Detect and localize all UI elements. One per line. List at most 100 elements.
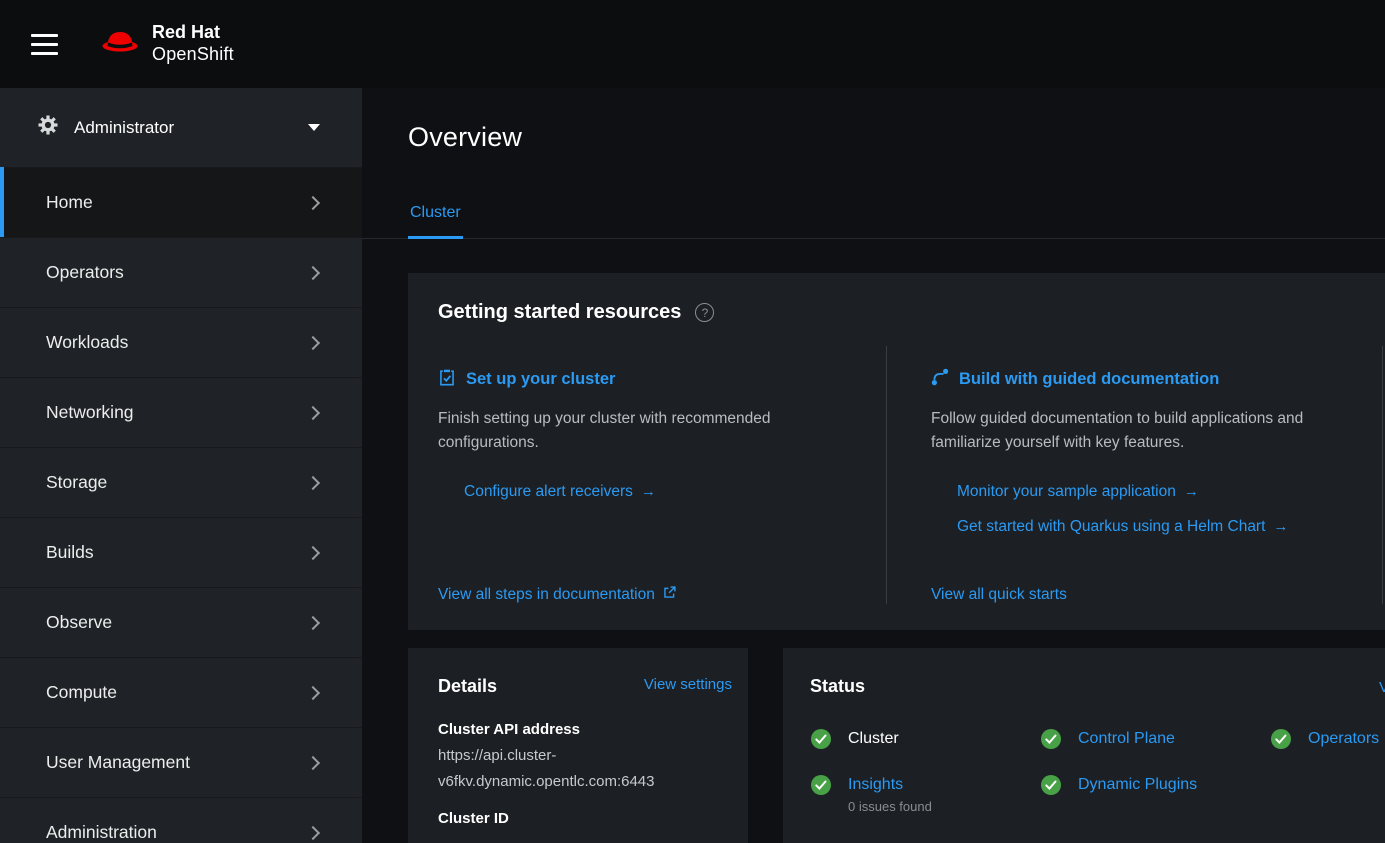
status-label: Cluster xyxy=(848,728,899,750)
control-plane-link[interactable]: Control Plane xyxy=(1078,728,1175,750)
sidebar-item-label: Workloads xyxy=(46,332,128,353)
chevron-right-icon xyxy=(306,265,320,279)
sidebar-item-label: Administration xyxy=(46,822,157,843)
details-header: Details View settings xyxy=(438,676,732,697)
configure-alert-receivers-link[interactable]: Configure alert receivers xyxy=(464,483,633,500)
guided-documentation-column: Build with guided documentation Follow g… xyxy=(887,346,1383,604)
sidebar-item-observe[interactable]: Observe xyxy=(0,587,362,657)
status-item-cluster: Cluster xyxy=(810,728,1040,750)
status-header: Status xyxy=(810,676,1385,697)
check-circle-icon xyxy=(810,774,832,796)
chevron-right-icon xyxy=(306,475,320,489)
status-item-operators: Operators xyxy=(1270,728,1385,750)
getting-started-title: Getting started resources xyxy=(438,301,681,324)
sidebar-item-builds[interactable]: Builds xyxy=(0,517,362,587)
status-title: Status xyxy=(810,676,865,697)
sidebar-item-user-management[interactable]: User Management xyxy=(0,727,362,797)
chevron-right-icon xyxy=(306,405,320,419)
sidebar-item-workloads[interactable]: Workloads xyxy=(0,307,362,377)
getting-started-card: Getting started resources Set up your xyxy=(408,273,1385,630)
status-item-dynamic-plugins: Dynamic Plugins xyxy=(1040,774,1270,814)
check-circle-icon xyxy=(1040,774,1062,796)
chevron-right-icon xyxy=(306,335,320,349)
sidebar-item-label: Home xyxy=(46,192,93,213)
guided-documentation-description: Follow guided documentation to build app… xyxy=(931,407,1326,455)
check-circle-icon xyxy=(1040,728,1062,750)
guided-documentation-links: Monitor your sample application Get star… xyxy=(931,483,1352,536)
view-alerts-link[interactable]: View alerts xyxy=(1379,679,1385,696)
sidebar-item-storage[interactable]: Storage xyxy=(0,447,362,517)
chevron-right-icon xyxy=(306,195,320,209)
brand-logo[interactable]: Red Hat OpenShift xyxy=(100,22,234,66)
hamburger-bar xyxy=(31,34,58,37)
chevron-right-icon xyxy=(306,755,320,769)
view-all-quick-starts-link[interactable]: View all quick starts xyxy=(931,586,1067,604)
caret-down-icon xyxy=(308,124,320,131)
details-card: Details View settings Cluster API addres… xyxy=(408,648,748,843)
route-icon xyxy=(931,368,949,391)
getting-started-header: Getting started resources xyxy=(408,273,1385,346)
hamburger-bar xyxy=(31,43,58,46)
chevron-right-icon xyxy=(306,615,320,629)
setup-cluster-description: Finish setting up your cluster with reco… xyxy=(438,407,798,455)
dynamic-plugins-link[interactable]: Dynamic Plugins xyxy=(1078,774,1197,796)
guided-documentation-link[interactable]: Build with guided documentation xyxy=(959,370,1219,389)
cluster-id-label: Cluster ID xyxy=(438,810,732,827)
perspective-switcher[interactable]: Administrator xyxy=(0,88,362,167)
view-settings-link[interactable]: View settings xyxy=(644,676,732,693)
setup-cluster-footer: View all steps in documentation xyxy=(438,586,856,604)
setup-cluster-column: Set up your cluster Finish setting up yo… xyxy=(408,346,887,604)
guided-documentation-footer: View all quick starts xyxy=(931,586,1352,604)
clipboard-check-icon xyxy=(438,368,456,391)
status-item-insights: Insights 0 issues found xyxy=(810,774,1040,814)
nav-toggle-hamburger-icon[interactable] xyxy=(31,34,58,55)
sidebar-item-label: Networking xyxy=(46,402,134,423)
setup-cluster-links: Configure alert receivers xyxy=(438,483,856,501)
details-title: Details xyxy=(438,676,497,697)
cluster-api-address-label: Cluster API address xyxy=(438,721,732,738)
sidebar-nav: Home Operators Workloads Networking Stor… xyxy=(0,167,362,843)
sidebar-item-label: Builds xyxy=(46,542,94,563)
sidebar: Administrator Home Operators Workloads N… xyxy=(0,88,362,843)
dashboard-content: Getting started resources Set up your xyxy=(362,240,1385,843)
sidebar-item-label: Operators xyxy=(46,262,124,283)
hamburger-bar xyxy=(31,52,58,55)
setup-cluster-link[interactable]: Set up your cluster xyxy=(466,370,615,389)
check-circle-icon xyxy=(810,728,832,750)
arrow-right-icon xyxy=(1176,483,1199,500)
insights-link[interactable]: Insights xyxy=(848,774,932,796)
tab-cluster[interactable]: Cluster xyxy=(408,203,463,239)
gear-icon xyxy=(38,115,58,140)
cluster-api-address-value: https://api.cluster-v6fkv.dynamic.opentl… xyxy=(438,743,732,795)
status-grid: Cluster Control Plane Operators xyxy=(810,728,1385,814)
quarkus-helm-chart-link[interactable]: Get started with Quarkus using a Helm Ch… xyxy=(957,518,1265,535)
sidebar-item-compute[interactable]: Compute xyxy=(0,657,362,727)
arrow-right-icon xyxy=(633,483,656,500)
masthead: Red Hat OpenShift xyxy=(0,0,1385,88)
external-link-icon xyxy=(663,586,676,604)
guided-documentation-heading: Build with guided documentation xyxy=(931,368,1352,391)
status-card: Status View alerts Cluster Control Plane xyxy=(783,648,1385,843)
page-title: Overview xyxy=(362,88,1385,153)
details-fields: Cluster API address https://api.cluster-… xyxy=(438,721,732,827)
view-all-steps-link[interactable]: View all steps in documentation xyxy=(438,586,655,604)
brand-text: Red Hat OpenShift xyxy=(152,22,234,66)
sidebar-item-administration[interactable]: Administration xyxy=(0,797,362,843)
sidebar-item-label: Storage xyxy=(46,472,107,493)
chevron-right-icon xyxy=(306,545,320,559)
sidebar-item-label: Observe xyxy=(46,612,112,633)
help-icon[interactable] xyxy=(695,303,714,322)
brand-line2: OpenShift xyxy=(152,44,234,66)
status-item-control-plane: Control Plane xyxy=(1040,728,1270,750)
monitor-sample-app-link[interactable]: Monitor your sample application xyxy=(957,483,1176,500)
operators-link[interactable]: Operators xyxy=(1308,728,1379,750)
sidebar-item-networking[interactable]: Networking xyxy=(0,377,362,447)
sidebar-item-operators[interactable]: Operators xyxy=(0,237,362,307)
getting-started-columns: Set up your cluster Finish setting up yo… xyxy=(408,346,1385,630)
setup-cluster-heading: Set up your cluster xyxy=(438,368,856,391)
perspective-label: Administrator xyxy=(74,118,174,138)
tab-bar: Cluster xyxy=(362,203,1385,239)
sidebar-item-home[interactable]: Home xyxy=(0,167,362,237)
insights-issues-count: 0 issues found xyxy=(848,799,932,814)
chevron-right-icon xyxy=(306,825,320,839)
